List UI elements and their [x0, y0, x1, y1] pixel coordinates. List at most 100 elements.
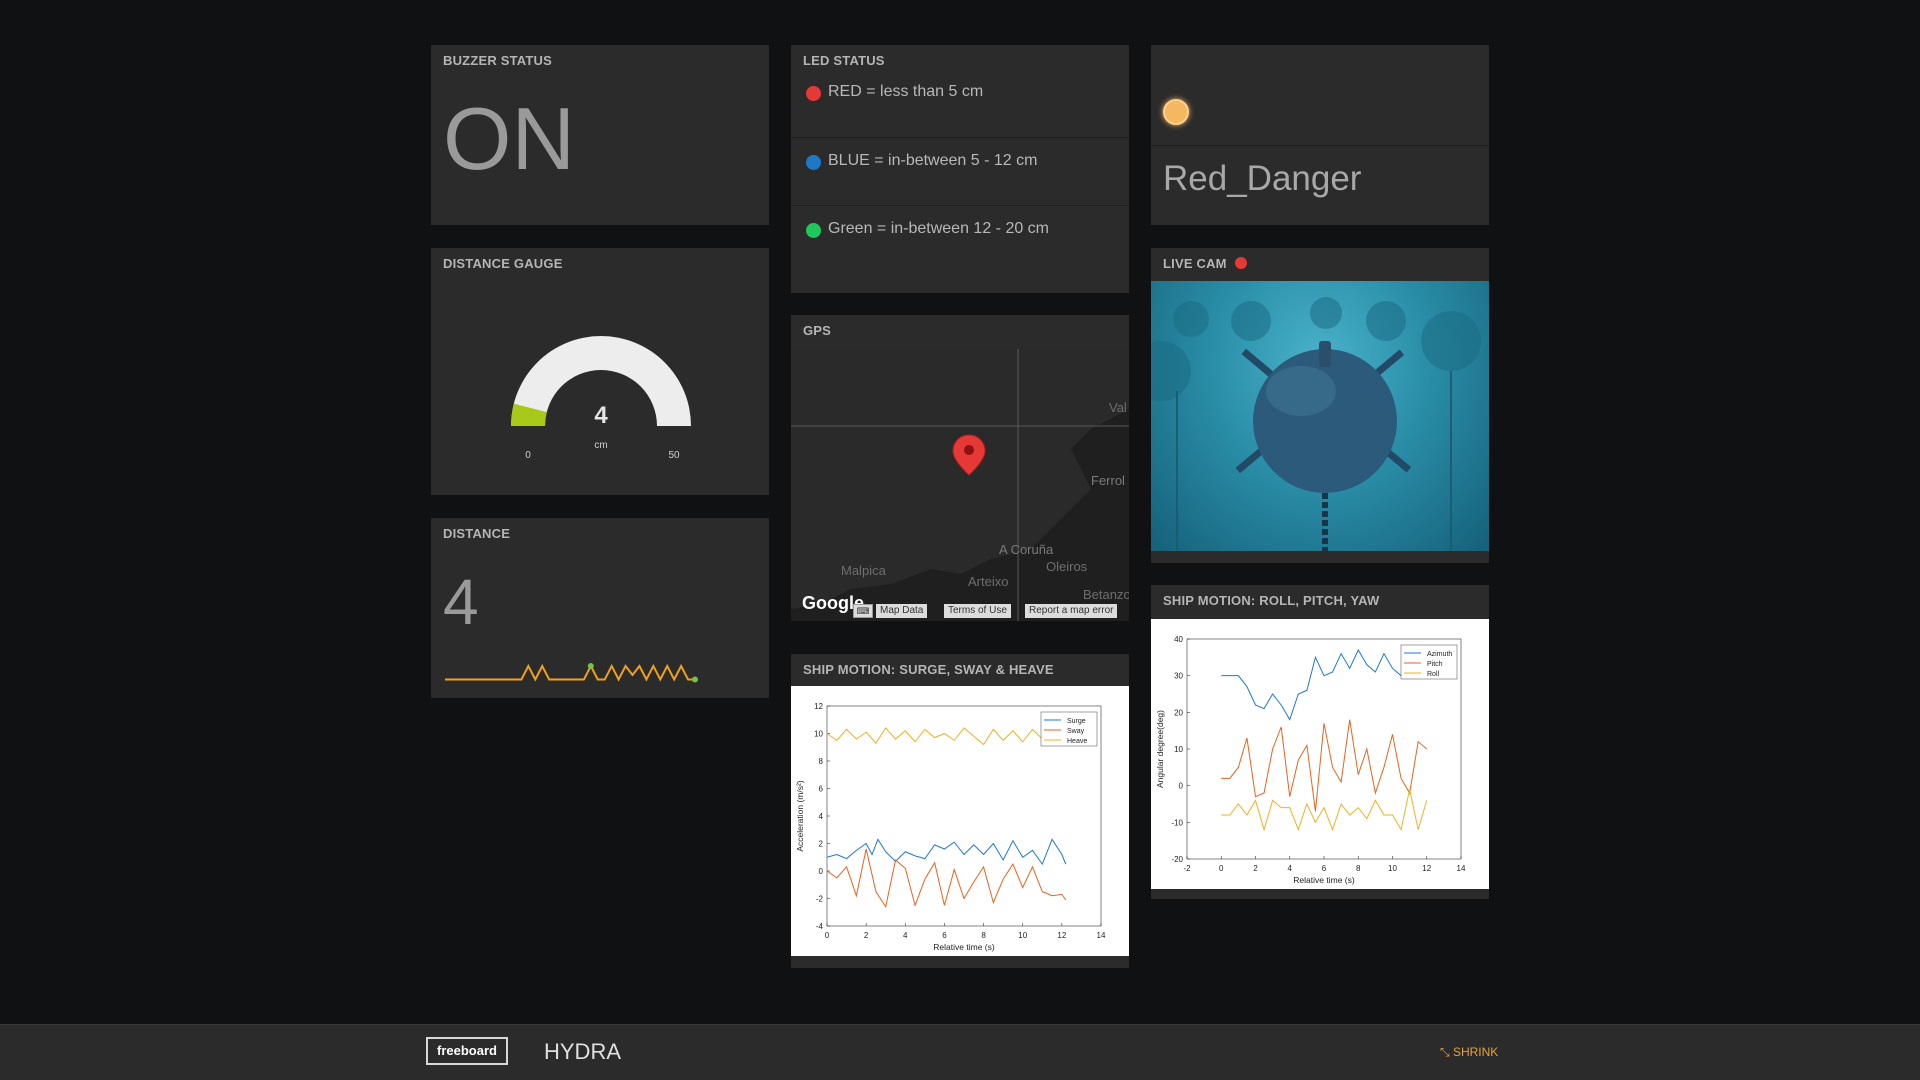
live-cam-image [1151, 281, 1489, 551]
series-line-roll [1221, 789, 1428, 832]
map-place: Arteixo [968, 574, 1008, 589]
footer-bar: freeboard HYDRA ⤡ SHRINK [0, 1024, 1920, 1080]
gauge-min: 0 [525, 450, 531, 461]
distance-gauge-pane: DISTANCE GAUGE 4 cm 0 50 [431, 248, 769, 495]
divider [1151, 145, 1489, 146]
x-tick-label: -2 [1183, 864, 1191, 873]
legend-label: Azimuth [1427, 651, 1452, 658]
distance-value: 4 [443, 566, 479, 638]
x-tick-label: 12 [1057, 931, 1066, 940]
legend-label: Roll [1427, 671, 1440, 678]
shrink-button[interactable]: ⤡ SHRINK [1440, 1045, 1498, 1060]
sea-mine-svg [1151, 297, 1481, 551]
dashboard-title: HYDRA [544, 1039, 622, 1064]
pane-title: DISTANCE [443, 526, 511, 541]
y-tick-label: 4 [819, 812, 824, 821]
map-place: A Coruña [999, 542, 1054, 557]
sparkline-end-marker [692, 676, 698, 683]
y-axis-label: Acceleration (m/s²) [795, 780, 805, 851]
map-place: Ferrol [1091, 473, 1125, 488]
x-tick-label: 6 [942, 931, 947, 940]
gauge-value: 4 [594, 402, 608, 429]
x-tick-label: 0 [1219, 864, 1224, 873]
y-tick-label: 20 [1174, 708, 1183, 717]
shrink-label: SHRINK [1452, 1045, 1499, 1059]
y-tick-label: 30 [1174, 672, 1183, 681]
blue-led-icon [806, 155, 821, 170]
gauge-max: 50 [668, 450, 680, 461]
x-tick-label: 6 [1322, 864, 1327, 873]
surge-chart: 0 2 4 6 8 10 12 14 -4 -2 0 2 4 6 8 10 12 Relative time (s… [791, 686, 1129, 956]
pane-title: SHIP MOTION: SURGE, SWAY & HEAVE [803, 662, 1054, 677]
gauge-unit: cm [594, 440, 607, 451]
shrink-icon: ⤡ [1440, 1045, 1450, 1059]
y-tick-label: 6 [819, 785, 824, 794]
series-line-pitch [1221, 719, 1428, 812]
y-tick-label: -10 [1171, 818, 1183, 827]
indicator-pane: Red_Danger [1151, 45, 1489, 225]
ship-roll-pane: SHIP MOTION: ROLL, PITCH, YAW -2 0 2 4 6 8 10 1… [1151, 585, 1489, 899]
map-place: Val [1109, 400, 1127, 415]
distance-pane: DISTANCE 4 [431, 518, 769, 698]
ship-surge-pane: SHIP MOTION: SURGE, SWAY & HEAVE 0 2 4 6 8 10… [791, 654, 1129, 968]
led-label: Green = in-between 12 - 20 cm [828, 220, 1050, 237]
pane-title: SHIP MOTION: ROLL, PITCH, YAW [1163, 593, 1380, 608]
map-keyboard-icon[interactable]: ⌨ [853, 604, 873, 618]
series-line-surge [826, 838, 1067, 866]
sparkline-max-marker [587, 663, 594, 669]
y-tick-label: -2 [816, 895, 824, 904]
x-tick-label: 12 [1422, 864, 1431, 873]
live-cam-title: LIVE CAM [1163, 256, 1227, 271]
map-svg: Val Ferrol A Coruña Oleiros Malpica Arte… [791, 349, 1129, 621]
legend-label: Sway [1067, 728, 1085, 735]
led-label: RED = less than 5 cm [828, 83, 984, 100]
legend-label: Heave [1067, 738, 1087, 745]
y-tick-label: 12 [814, 702, 823, 711]
y-tick-label: -4 [816, 922, 824, 931]
pane-title: LIVE CAM [1151, 248, 1489, 280]
y-tick-label: 10 [814, 730, 823, 739]
led-status-pane: LED STATUS RED = less than 5 cm BLUE = i… [791, 45, 1129, 293]
roll-chart-svg: -2 0 2 4 6 8 10 12 14-20-10010203040Relative tim… [1155, 635, 1466, 885]
gps-map[interactable]: Val Ferrol A Coruña Oleiros Malpica Arte… [791, 349, 1129, 621]
legend-label: Pitch [1427, 661, 1443, 668]
x-tick-label: 0 [825, 931, 830, 940]
x-tick-label: 8 [981, 931, 986, 940]
led-row-red: RED = less than 5 cm [791, 69, 1129, 137]
y-tick-label: 40 [1174, 635, 1183, 644]
pane-title [1151, 45, 1489, 77]
led-row-green: Green = in-between 12 - 20 cm [791, 205, 1129, 273]
surge-chart-svg: 0 2 4 6 8 10 12 14 -4 -2 0 2 4 6 8 10 12 Relative time (s… [795, 702, 1106, 952]
map-pin-icon[interactable] [952, 434, 986, 476]
y-tick-label: 0 [1179, 782, 1184, 791]
series-line-sway [826, 848, 1067, 909]
buzzer-value: ON [443, 89, 575, 188]
y-tick-label: 2 [819, 840, 824, 849]
report-map-error-link[interactable]: Report a map error [1025, 604, 1118, 618]
x-tick-label: 14 [1097, 931, 1106, 940]
x-tick-label: 2 [864, 931, 869, 940]
map-place: Malpica [841, 563, 887, 578]
indicator-text: Red_Danger [1163, 159, 1362, 198]
series-line-azimuth [1221, 648, 1427, 721]
led-row-blue: BLUE = in-between 5 - 12 cm [791, 137, 1129, 205]
red-led-icon [806, 86, 821, 101]
distance-sparkline [445, 663, 698, 683]
terms-link[interactable]: Terms of Use [944, 604, 1011, 618]
gauge-svg: 4 cm 0 50 [511, 336, 691, 461]
map-data-link[interactable]: Map Data [876, 604, 928, 618]
x-tick-label: 14 [1457, 864, 1466, 873]
recording-dot-icon [1234, 257, 1247, 269]
sea-mine [1235, 341, 1412, 551]
buzzer-status-pane: BUZZER STATUS ON [431, 45, 769, 225]
pane-title: GPS [803, 323, 832, 338]
green-led-icon [806, 223, 821, 238]
y-tick-label: -20 [1171, 855, 1183, 864]
x-tick-label: 2 [1253, 864, 1258, 873]
x-tick-label: 10 [1018, 931, 1027, 940]
freeboard-logo[interactable]: freeboard [426, 1037, 508, 1065]
map-place: Oleiros [1046, 559, 1088, 574]
sparkline-line [445, 663, 695, 682]
y-tick-label: 10 [1174, 745, 1183, 754]
map-place: Betanzo [1083, 587, 1129, 602]
